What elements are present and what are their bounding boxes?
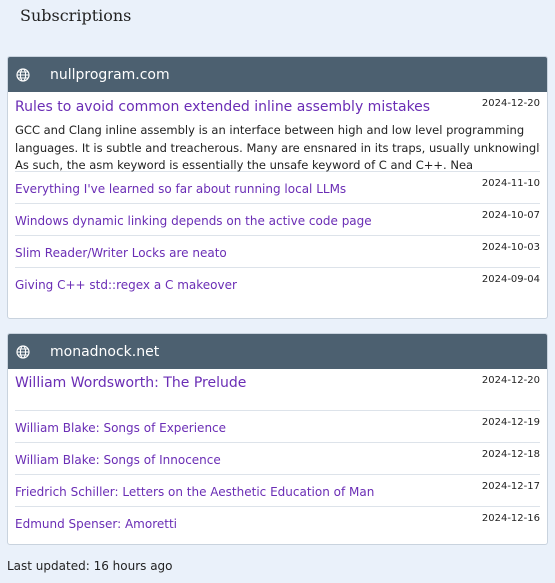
feed-header: monadnock.net (8, 334, 547, 369)
feed-item-link[interactable]: William Blake: Songs of Innocence (15, 443, 540, 467)
feed-item: Windows dynamic linking depends on the a… (15, 204, 540, 236)
feed-item-date: 2024-12-16 (481, 513, 540, 524)
feed-title[interactable]: monadnock.net (50, 344, 159, 360)
feed-item-link[interactable]: William Wordsworth: The Prelude (15, 369, 540, 391)
feed-item-link[interactable]: Rules to avoid common extended inline as… (15, 92, 540, 115)
feed-item-date: 2024-12-18 (481, 449, 540, 460)
globe-icon (16, 67, 30, 82)
feed-item-link[interactable]: Friedrich Schiller: Letters on the Aesth… (15, 475, 540, 499)
feed-item: Rules to avoid common extended inline as… (15, 92, 540, 172)
feed-item: Edmund Spenser: Amoretti 2024-12-16 (15, 507, 540, 539)
feed-item: Friedrich Schiller: Letters on the Aesth… (15, 475, 540, 507)
feed-item-date: 2024-09-04 (481, 274, 540, 285)
feed-item-date: 2024-10-07 (481, 210, 540, 221)
feed-item-date: 2024-12-17 (481, 481, 540, 492)
feed-title[interactable]: nullprogram.com (50, 67, 170, 83)
feed-item-date: 2024-12-19 (481, 417, 540, 428)
feed-item: Giving C++ std::regex a C makeover 2024-… (15, 268, 540, 300)
feed-item-date: 2024-12-20 (481, 98, 540, 109)
last-updated-status: Last updated: 16 hours ago (7, 559, 173, 573)
feed-item-summary: GCC and Clang inline assembly is an inte… (15, 115, 540, 175)
feed-card-nullprogram: nullprogram.com Rules to avoid common ex… (7, 56, 548, 319)
globe-icon (16, 344, 30, 359)
feed-item: Everything I've learned so far about run… (15, 172, 540, 204)
feed-header: nullprogram.com (8, 57, 547, 92)
feed-item: William Wordsworth: The Prelude 2024-12-… (15, 369, 540, 411)
feed-item-link[interactable]: William Blake: Songs of Experience (15, 411, 540, 435)
feed-item-link[interactable]: Slim Reader/Writer Locks are neato (15, 236, 540, 260)
summary-line: languages. It is subtle and treacherous.… (15, 140, 540, 155)
feed-item: Slim Reader/Writer Locks are neato 2024-… (15, 236, 540, 268)
summary-line: GCC and Clang inline assembly is an inte… (15, 123, 525, 137)
feed-item-date: 2024-12-20 (481, 375, 540, 386)
feed-item: William Blake: Songs of Experience 2024-… (15, 411, 540, 443)
feed-item-link[interactable]: Everything I've learned so far about run… (15, 172, 540, 196)
feed-item-link[interactable]: Windows dynamic linking depends on the a… (15, 204, 540, 228)
page-title: Subscriptions (20, 6, 132, 25)
feed-item-date: 2024-10-03 (481, 242, 540, 253)
feed-item-link[interactable]: Giving C++ std::regex a C makeover (15, 268, 540, 292)
feed-item-date: 2024-11-10 (481, 178, 540, 189)
feed-card-monadnock: monadnock.net William Wordsworth: The Pr… (7, 333, 548, 545)
feed-item: William Blake: Songs of Innocence 2024-1… (15, 443, 540, 475)
feed-item-link[interactable]: Edmund Spenser: Amoretti (15, 507, 540, 531)
